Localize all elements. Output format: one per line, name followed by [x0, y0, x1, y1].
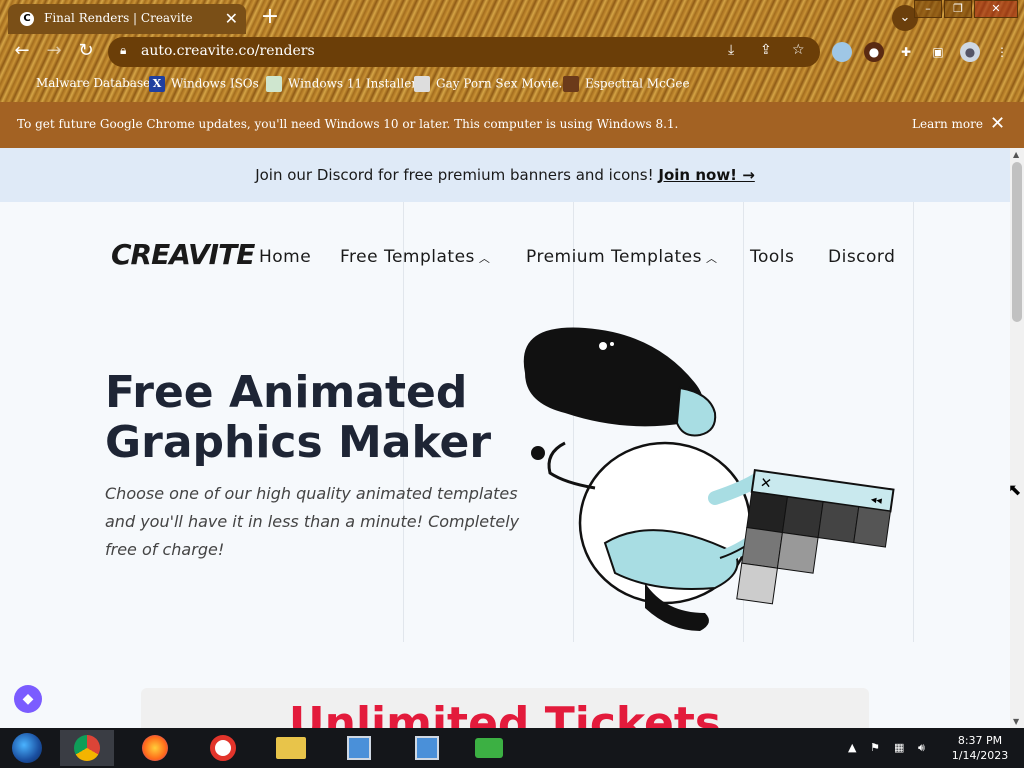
nav-home[interactable]: Home	[259, 247, 311, 267]
url-text: auto.creavite.co/renders	[141, 43, 315, 59]
join-now-link[interactable]: Join now! →	[658, 166, 754, 184]
globe-icon	[414, 76, 430, 92]
hero-title: Free Animated Graphics Maker	[105, 367, 492, 468]
restore-icon[interactable]: ❐	[944, 0, 972, 18]
extension-flag-icon[interactable]	[832, 42, 852, 62]
mouse-cursor-icon: ⬉	[1008, 480, 1022, 499]
extensions-puzzle-icon[interactable]: ✚	[896, 42, 916, 62]
chevron-up-icon: ︿	[478, 252, 491, 265]
x-logo-icon: X	[149, 76, 165, 92]
back-icon[interactable]: ←	[10, 40, 34, 61]
lock-icon: 🔒︎	[120, 43, 127, 57]
bookmark-item[interactable]: Gay Porn Sex Movie...	[414, 76, 570, 92]
nav-tools[interactable]: Tools	[750, 247, 794, 267]
scroll-up-icon[interactable]: ▲	[1013, 150, 1019, 159]
window-controls: – ❐ ✕	[912, 0, 1018, 18]
file-explorer-taskbar-icon[interactable]	[264, 730, 318, 766]
chevron-up-icon: ︿	[705, 252, 718, 265]
hero-subtitle: Choose one of our high quality animated …	[105, 484, 520, 559]
bookmark-item[interactable]: Espectral McGee	[563, 76, 690, 92]
page-scrollbar[interactable]: ▲ ▼	[1010, 148, 1024, 728]
image-icon	[266, 76, 282, 92]
extension-avatar-icon[interactable]: ●	[864, 42, 884, 62]
bookmark-item[interactable]: Malware Database	[36, 76, 150, 90]
update-infobar: To get future Google Chrome updates, you…	[0, 102, 1024, 148]
infobar-message: To get future Google Chrome updates, you…	[17, 117, 679, 131]
menu-dots-icon[interactable]: ⋮	[992, 42, 1012, 62]
taskbar: ▲ ⚑ ▦ 🔊︎ 8:37 PM 1/14/2023	[0, 728, 1024, 768]
creavite-logo[interactable]: CREAVITE	[111, 238, 255, 271]
creavite-favicon-icon: C	[20, 12, 34, 26]
profile-icon[interactable]: ●	[960, 42, 980, 62]
hero-illustration: ✕ ◂◂	[523, 327, 895, 631]
nav-premium-templates[interactable]: Premium Templates ︿	[526, 247, 717, 267]
tickets-card: Unlimited Tickets	[141, 688, 869, 728]
svg-text:✕: ✕	[759, 475, 773, 492]
tab-title: Final Renders | Creavite	[44, 11, 193, 25]
forward-icon[interactable]: →	[42, 40, 66, 61]
tab-close-icon[interactable]: ✕	[225, 9, 238, 28]
system-clock[interactable]: 8:37 PM 1/14/2023	[945, 733, 1015, 763]
scroll-thumb[interactable]	[1012, 162, 1022, 322]
hero-highlight: Free	[105, 367, 214, 418]
app-taskbar-icon[interactable]	[196, 730, 250, 766]
firefox-taskbar-icon[interactable]	[128, 730, 182, 766]
start-button[interactable]	[0, 730, 54, 766]
avatar-icon	[563, 76, 579, 92]
bookmark-item[interactable]: X Windows ISOs	[149, 76, 259, 92]
banner-text: Join our Discord for free premium banner…	[255, 166, 654, 184]
learn-more-link[interactable]: Learn more	[912, 117, 983, 131]
window-close-icon[interactable]: ✕	[974, 0, 1018, 18]
scroll-down-icon[interactable]: ▼	[1013, 717, 1019, 726]
address-bar[interactable]: 🔒︎ auto.creavite.co/renders ⤓ ⇪ ☆	[108, 37, 820, 67]
install-icon[interactable]: ⤓	[728, 42, 734, 58]
volume-icon[interactable]: 🔊︎	[918, 741, 925, 755]
side-panel-icon[interactable]: ▣	[928, 42, 948, 62]
reload-icon[interactable]: ↻	[74, 40, 98, 61]
chrome-taskbar-icon[interactable]	[60, 730, 114, 766]
network-app-taskbar-icon[interactable]	[462, 730, 516, 766]
nav-free-templates[interactable]: Free Templates ︿	[340, 247, 490, 267]
minimize-icon[interactable]: –	[914, 0, 942, 18]
tray-overflow-icon[interactable]: ▲	[848, 741, 856, 754]
network-icon[interactable]: ▦	[894, 741, 904, 754]
bookmark-item[interactable]: Windows 11 Installer	[266, 76, 417, 92]
bookmark-star-icon[interactable]: ☆	[792, 42, 805, 58]
nav-discord[interactable]: Discord	[828, 247, 895, 267]
action-center-flag-icon[interactable]: ⚑	[870, 741, 880, 754]
new-tab-icon[interactable]: +	[258, 4, 282, 30]
installer-taskbar-icon[interactable]	[400, 730, 454, 766]
infobar-close-icon[interactable]: ✕	[990, 113, 1005, 134]
bookmarks-bar: Malware Database X Windows ISOs Windows 1…	[0, 72, 1024, 96]
discord-banner: Join our Discord for free premium banner…	[0, 148, 1010, 202]
browser-tab[interactable]: C Final Renders | Creavite ✕	[8, 4, 246, 34]
grid-line	[913, 202, 914, 642]
browser-chrome: C Final Renders | Creavite ✕ + ⌄ – ❐ ✕ ←…	[0, 0, 1024, 102]
card-title: Unlimited Tickets	[288, 698, 722, 728]
web-page: Join our Discord for free premium banner…	[0, 148, 1010, 728]
assistant-fab-icon[interactable]: ◆	[14, 685, 42, 713]
share-icon[interactable]: ⇪	[760, 42, 772, 58]
installer-taskbar-icon[interactable]	[332, 730, 386, 766]
